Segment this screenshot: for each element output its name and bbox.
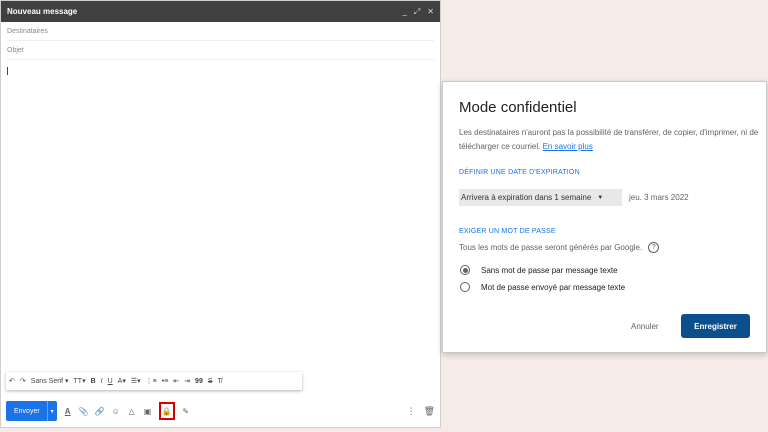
bulleted-list-icon[interactable]: •≡ xyxy=(162,378,169,385)
font-select[interactable]: Sans Serif ▾ xyxy=(30,377,69,386)
indent-more-icon[interactable]: ⇥ xyxy=(184,377,190,385)
radio-option-sms[interactable]: Mot de passe envoyé par message texte xyxy=(460,282,625,292)
align-icon[interactable]: ☰▾ xyxy=(131,377,141,385)
more-options-icon[interactable]: ⋮ xyxy=(407,406,416,417)
password-section-label: EXIGER UN MOT DE PASSE xyxy=(459,228,556,235)
cancel-button[interactable]: Annuler xyxy=(625,315,665,337)
confidential-mode-icon[interactable]: 🔒 xyxy=(158,402,175,420)
quote-icon[interactable]: 99 xyxy=(195,378,203,385)
font-size-label: TT xyxy=(73,377,83,385)
radio-label: Mot de passe envoyé par message texte xyxy=(481,282,626,292)
font-label: Sans Serif xyxy=(30,377,64,385)
recipients-placeholder: Destinataires xyxy=(7,27,48,35)
expiry-value: Arrivera à expiration dans 1 semaine xyxy=(461,193,592,202)
text-cursor xyxy=(7,67,8,75)
photo-icon[interactable]: ▣ xyxy=(143,405,153,417)
radio-label: Sans mot de passe par message texte xyxy=(481,265,618,275)
password-note-text: Tous les mots de passe seront générés pa… xyxy=(459,243,643,252)
redo-icon[interactable]: ↷ xyxy=(20,377,26,385)
chevron-down-icon: ▼ xyxy=(597,194,604,201)
numbered-list-icon[interactable]: ⋮≡ xyxy=(146,377,157,385)
underline-icon[interactable]: U xyxy=(108,378,113,385)
drive-icon[interactable]: △ xyxy=(127,405,137,417)
recipients-field[interactable]: Destinataires xyxy=(7,22,434,41)
expiry-date: jeu. 3 mars 2022 xyxy=(629,193,689,202)
compose-window: Nouveau message _ ⤢ ✕ Destinataires Obje… xyxy=(0,0,441,428)
learn-more-link[interactable]: En savoir plus xyxy=(543,142,593,151)
radio-selected-icon[interactable] xyxy=(460,265,470,275)
help-icon[interactable]: ? xyxy=(648,242,660,253)
italic-icon[interactable]: I xyxy=(101,378,103,385)
expiry-dropdown[interactable]: Arrivera à expiration dans 1 semaine ▼ xyxy=(459,189,622,206)
text-color-label: A xyxy=(117,377,123,385)
attach-icon[interactable]: 📎 xyxy=(79,405,89,417)
send-button[interactable]: Envoyer ▾ xyxy=(6,401,57,421)
strikethrough-icon[interactable]: S xyxy=(208,378,213,385)
dialog-title: Mode confidentiel xyxy=(459,99,577,116)
expand-icon[interactable]: ⤢ xyxy=(414,7,420,17)
subject-field[interactable]: Objet xyxy=(7,41,434,60)
trash-icon[interactable]: 🗑 xyxy=(424,406,435,417)
radio-unselected-icon[interactable] xyxy=(460,282,470,292)
close-icon[interactable]: ✕ xyxy=(427,7,434,17)
compose-header: Nouveau message _ ⤢ ✕ xyxy=(1,1,440,22)
link-icon[interactable]: 🔗 xyxy=(95,405,105,417)
radio-option-no-sms[interactable]: Sans mot de passe par message texte xyxy=(460,265,618,275)
remove-format-icon[interactable]: T̸ xyxy=(218,378,222,385)
formatting-toolbar: ↶ ↷ Sans Serif ▾ TT ▾ B I U A ▾ ☰▾ ⋮≡ •≡ ⇤… xyxy=(6,372,302,390)
bold-icon[interactable]: B xyxy=(91,378,96,385)
save-button[interactable]: Enregistrer xyxy=(681,314,750,338)
undo-icon[interactable]: ↶ xyxy=(9,377,15,385)
minimize-icon[interactable]: _ xyxy=(402,7,406,17)
text-format-icon[interactable]: A xyxy=(63,405,73,417)
confidential-mode-dialog: Mode confidentiel Les destinataires n'au… xyxy=(442,81,767,353)
compose-title: Nouveau message xyxy=(7,7,78,16)
compose-bottom-bar: Envoyer ▾ A 📎 🔗 ☺ △ ▣ 🔒 ✎ ⋮ 🗑 xyxy=(1,399,440,423)
subject-placeholder: Objet xyxy=(7,46,24,54)
dialog-description: Les destinataires n'auront pas la possib… xyxy=(459,126,759,154)
indent-less-icon[interactable]: ⇤ xyxy=(173,377,179,385)
password-note: Tous les mots de passe seront générés pa… xyxy=(459,242,660,253)
expiry-section-label: DÉFINIR UNE DATE D'EXPIRATION xyxy=(459,169,580,176)
font-size-icon[interactable]: TT ▾ xyxy=(73,377,86,386)
send-options-icon[interactable]: ▾ xyxy=(46,401,57,421)
text-color-icon[interactable]: A ▾ xyxy=(117,377,126,386)
signature-icon[interactable]: ✎ xyxy=(181,405,191,417)
send-label: Envoyer xyxy=(14,407,40,415)
emoji-icon[interactable]: ☺ xyxy=(111,405,121,417)
description-text: Les destinataires n'auront pas la possib… xyxy=(459,128,759,151)
